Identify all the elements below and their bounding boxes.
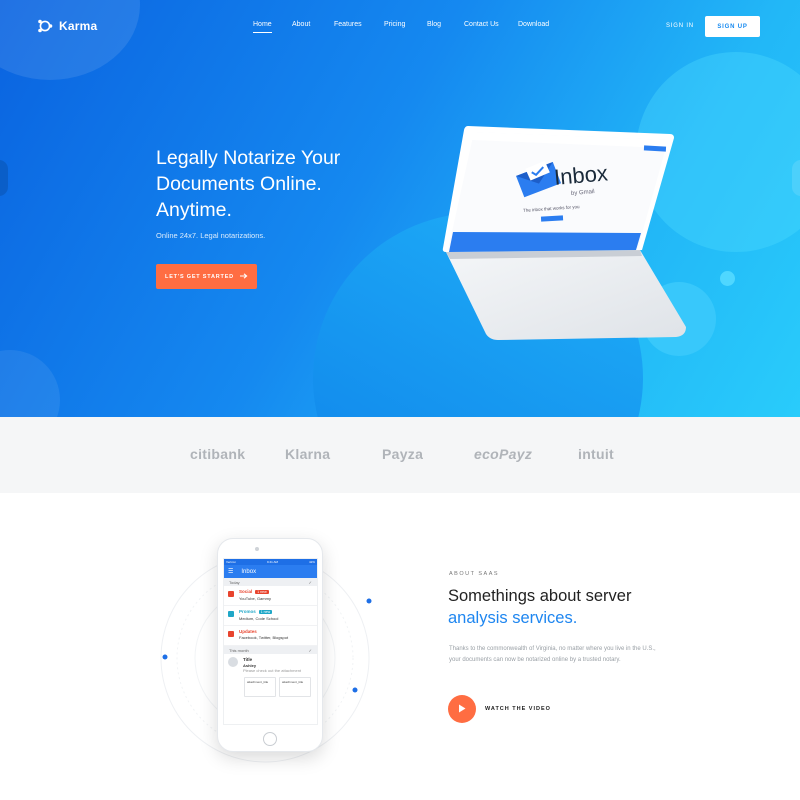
watch-video-link[interactable]: WATCH THE VIDEO xyxy=(485,706,551,712)
new-badge: 1 new xyxy=(255,590,269,594)
phone-screen: Verizon 9:41 AM 42% ☰ Inbox Today ✓ Soci… xyxy=(223,558,318,725)
list-item-text: Promos 1 new Medium, Code School xyxy=(239,609,278,621)
nav-blog[interactable]: Blog xyxy=(427,21,441,28)
phone-app-bar: ☰ Inbox xyxy=(224,565,317,578)
nav-features[interactable]: Features xyxy=(334,21,362,28)
list-item-text: Social 1 new YouTube, Gammy xyxy=(239,589,271,601)
play-video-button[interactable] xyxy=(448,695,476,723)
avatar xyxy=(228,657,238,667)
list-item: Promos 1 new Medium, Code School xyxy=(224,606,317,626)
nav-download[interactable]: Download xyxy=(518,21,549,28)
slider-prev-handle[interactable] xyxy=(0,160,8,196)
screen-app-title: Inbox xyxy=(553,160,609,190)
sign-in-link[interactable]: SIGN IN xyxy=(666,23,694,29)
section-header: This month ✓ xyxy=(224,646,317,654)
decor-circle xyxy=(0,350,60,417)
attachment-card: attachment_title xyxy=(279,676,311,697)
partner-logos: citibank Klarna Payza ecoPayz intuit xyxy=(0,417,800,493)
phone-mockup: Verizon 9:41 AM 42% ☰ Inbox Today ✓ Soci… xyxy=(217,538,323,752)
about-title-highlight: analysis services. xyxy=(448,609,578,627)
section-kicker: ABOUT SAAS xyxy=(449,571,500,577)
attachment-card: attachment_title xyxy=(244,676,276,697)
partner-logo-payza: Payza xyxy=(382,446,424,462)
mail-subject: Title xyxy=(243,657,253,662)
phone-app-title: Inbox xyxy=(241,568,257,575)
list-item: Social 1 new YouTube, Gammy xyxy=(224,586,317,606)
attachments: attachment_title attachment_title xyxy=(224,676,317,697)
time-label: 9:41 AM xyxy=(266,560,278,564)
flag-icon xyxy=(228,631,234,637)
decor-circle xyxy=(0,0,140,80)
about-title-line: Somethings about server xyxy=(448,587,632,605)
section-label: Today xyxy=(229,579,240,585)
list-item-text: Updates Facebook, Twitter, Blogspot xyxy=(239,629,288,640)
category-line: YouTube, Gammy xyxy=(239,595,271,601)
hero-title-line: Documents Online. xyxy=(156,173,322,195)
category-line: Facebook, Twitter, Blogspot xyxy=(239,634,289,640)
get-started-button[interactable]: LET'S GET STARTED xyxy=(156,264,257,289)
battery-label: 42% xyxy=(308,560,315,564)
nav-pricing[interactable]: Pricing xyxy=(384,21,405,28)
play-icon xyxy=(458,700,466,718)
hero-title-line: Anytime. xyxy=(156,199,232,221)
partner-logo-intuit: intuit xyxy=(578,446,615,462)
check-icon: ✓ xyxy=(308,579,312,585)
category-label: Updates xyxy=(239,629,257,634)
hero-subtitle: Online 24x7. Legal notarizations. xyxy=(156,231,266,240)
hero-title: Legally Notarize Your Documents Online. … xyxy=(156,145,416,223)
phone-speaker xyxy=(255,547,259,551)
hero-section: Karma Home About Features Pricing Blog C… xyxy=(0,0,800,417)
tag-icon xyxy=(228,611,234,617)
partner-logo-klarna: Klarna xyxy=(285,446,331,462)
nav-contact[interactable]: Contact Us xyxy=(464,21,499,28)
about-body: Thanks to the commonwealth of Virginia, … xyxy=(449,646,656,664)
mail-from: Ashley xyxy=(243,662,257,668)
category-label: Social xyxy=(239,589,253,594)
category-line: Medium, Code School xyxy=(239,615,279,621)
nav-home[interactable]: Home xyxy=(253,21,272,33)
partner-logo-citibank: citibank xyxy=(190,446,246,462)
mail-preview: Please check out the attachment xyxy=(243,668,302,673)
mail-item: Title Ashley Please check out the attach… xyxy=(224,654,317,677)
sign-up-button[interactable]: SIGN UP xyxy=(705,16,760,37)
slider-next-handle[interactable] xyxy=(792,160,800,196)
carrier-label: Verizon xyxy=(226,560,237,564)
about-title: Somethings about server analysis service… xyxy=(448,585,678,629)
nav-about[interactable]: About xyxy=(292,21,310,28)
check-icon: ✓ xyxy=(308,647,312,653)
decor-circle xyxy=(720,271,735,286)
mail-text: Title Ashley Please check out the attach… xyxy=(243,657,301,674)
section-header: Today ✓ xyxy=(224,578,317,586)
partner-logo-ecopayz: ecoPayz xyxy=(474,446,533,462)
category-label: Promos xyxy=(239,609,256,614)
section-label: This month xyxy=(229,647,249,653)
hero-title-line: Legally Notarize Your xyxy=(156,147,341,169)
laptop-illustration xyxy=(440,122,686,342)
arrow-right-icon xyxy=(239,272,248,281)
new-badge: 1 new xyxy=(258,610,273,614)
people-icon xyxy=(228,591,234,597)
cta-label: LET'S GET STARTED xyxy=(165,273,234,280)
phone-home-button xyxy=(263,732,277,746)
menu-icon: ☰ xyxy=(228,569,234,575)
list-item: Updates Facebook, Twitter, Blogspot xyxy=(224,626,317,646)
